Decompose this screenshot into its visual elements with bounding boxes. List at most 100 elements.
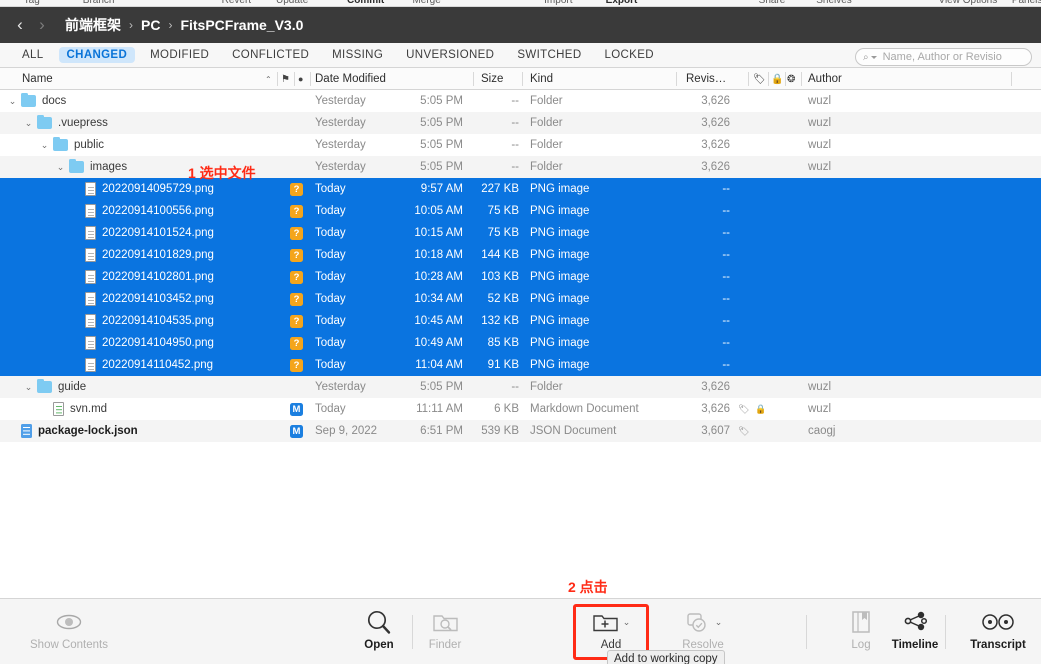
magnifier-icon (366, 608, 392, 636)
lock-icon[interactable]: 🔒 (771, 68, 783, 90)
file-name-cell[interactable]: .vuepress (37, 114, 108, 129)
file-name-cell[interactable]: 20220914095729.png (85, 182, 214, 196)
cell-kind: PNG image (530, 183, 590, 195)
cell-size: 75 KB (487, 205, 519, 217)
table-row[interactable]: 20220914104950.png? Today 10:49 AM 85 KB PNG… (0, 332, 1041, 354)
file-name-label: 20220914103452.png (102, 293, 214, 305)
file-name-cell[interactable]: images (69, 158, 127, 173)
lock-icon: 🔒 (755, 403, 767, 414)
cell-date: Today (315, 359, 346, 371)
toolbar-item-commit[interactable]: Commit (347, 0, 384, 6)
forward-button[interactable]: › (31, 12, 53, 38)
file-name-cell[interactable]: 20220914102801.png (85, 270, 214, 284)
sort-indicator-icon[interactable]: ⌃ (265, 68, 272, 90)
table-row[interactable]: svn.md M Today 11:11 AM 6 KB Markdown Documen… (0, 398, 1041, 420)
breadcrumb-separator: › (129, 18, 133, 32)
cell-author: wuzl (808, 95, 832, 107)
cell-size: 52 KB (487, 293, 519, 305)
toolbar-item-share[interactable]: Share (759, 0, 786, 6)
disclosure-triangle-icon[interactable]: ⌄ (38, 140, 51, 151)
table-row[interactable]: 20220914100556.png? Today 10:05 AM 75 KB PNG… (0, 200, 1041, 222)
toolbar-item-update[interactable]: Update (276, 0, 308, 6)
toolbar-item-revert[interactable]: Revert (222, 0, 251, 6)
file-list[interactable]: ⌄ docs Yesterday 5:05 PM -- Folder 3,626 wuzl ⌄.… (0, 90, 1041, 598)
column-header-name[interactable]: Name (22, 68, 53, 90)
table-row[interactable]: 20220914102801.png? Today 10:28 AM 103 KB PN… (0, 266, 1041, 288)
toolbar-item-merge[interactable]: Merge (412, 0, 440, 6)
table-row[interactable]: package-lock.json M Sep 9, 2022 6:51 PM 539 … (0, 420, 1041, 442)
tab-changed[interactable]: CHANGED (58, 47, 136, 63)
tag-icon[interactable]: 🏷 (753, 68, 766, 90)
tab-locked[interactable]: LOCKED (596, 47, 661, 63)
search-input[interactable]: ⌕ Name, Author or Revisio (855, 48, 1032, 66)
add-tooltip: Add to working copy (607, 650, 725, 664)
file-name-cell[interactable]: 20220914103452.png (85, 292, 214, 306)
table-row[interactable]: ⌄ .vuepress Yesterday 5:05 PM -- Folder 3,626 w… (0, 112, 1041, 134)
transcript-button[interactable]: Transcript (955, 608, 1041, 651)
cell-revision: 3,626 (701, 139, 730, 151)
breadcrumb-item-1[interactable]: PC (141, 17, 160, 33)
timeline-button[interactable]: Timeline (872, 608, 958, 651)
disclosure-triangle-icon[interactable]: ⌄ (22, 118, 35, 129)
cell-kind: Folder (530, 139, 563, 151)
file-name-cell[interactable]: 20220914104950.png (85, 336, 214, 350)
file-name-cell[interactable]: public (53, 136, 104, 151)
disclosure-triangle-icon[interactable]: ⌄ (22, 382, 35, 393)
png-file-icon (85, 336, 96, 350)
open-label: Open (364, 639, 394, 651)
table-row[interactable]: 20220914101829.png? Today 10:18 AM 144 KB PN… (0, 244, 1041, 266)
flag-icon[interactable]: ⚑ (281, 68, 290, 90)
column-header-kind[interactable]: Kind (530, 68, 553, 90)
dot-icon[interactable]: ● (298, 68, 303, 90)
toolbar-item-export[interactable]: Export (606, 0, 638, 6)
disclosure-triangle-icon[interactable]: ⌄ (6, 96, 19, 107)
breadcrumb-item-2[interactable]: FitsPCFrame_V3.0 (180, 17, 303, 33)
file-name-cell[interactable]: 20220914101829.png (85, 248, 214, 262)
file-name-cell[interactable]: svn.md (53, 402, 107, 416)
cell-date: Today (315, 403, 346, 415)
cell-kind: PNG image (530, 205, 590, 217)
column-header-author[interactable]: Author (808, 68, 842, 90)
layers-icon[interactable]: ❂ (787, 68, 795, 90)
table-row[interactable]: ⌄ images Yesterday 5:05 PM -- Folder 3,626 wuzl (0, 156, 1041, 178)
tab-modified[interactable]: MODIFIED (142, 47, 217, 63)
file-name-cell[interactable]: guide (37, 378, 86, 393)
disclosure-triangle-icon[interactable]: ⌄ (54, 162, 67, 173)
table-row[interactable]: 20220914101524.png? Today 10:15 AM 75 KB PNG… (0, 222, 1041, 244)
toolbar-item-branch[interactable]: Branch (83, 0, 115, 6)
column-header-date-modified[interactable]: Date Modified (315, 68, 386, 90)
table-row[interactable]: ⌄ docs Yesterday 5:05 PM -- Folder 3,626 wuzl (0, 90, 1041, 112)
tab-conflicted[interactable]: CONFLICTED (224, 47, 317, 63)
tab-all[interactable]: ALL (14, 47, 52, 63)
file-name-label: 20220914102801.png (102, 271, 214, 283)
chevron-down-icon[interactable]: ⌄ (715, 617, 723, 628)
file-name-cell[interactable]: docs (21, 92, 66, 107)
column-header-size[interactable]: Size (481, 68, 503, 90)
breadcrumb-item-0[interactable]: 前端框架 (65, 15, 121, 35)
back-button[interactable]: ‹ (9, 12, 31, 38)
column-header-revision[interactable]: Revis… (686, 68, 726, 90)
toolbar-item-shelves[interactable]: Shelves (816, 0, 852, 6)
cell-revision: 3,626 (701, 381, 730, 393)
file-name-cell[interactable]: 20220914101524.png (85, 226, 214, 240)
tab-switched[interactable]: SWITCHED (509, 47, 589, 63)
table-row[interactable]: 20220914110452.png? Today 11:04 AM 91 KB PNG… (0, 354, 1041, 376)
toolbar-item-import[interactable]: Import (544, 0, 572, 6)
search-placeholder: Name, Author or Revisio (882, 51, 1002, 63)
toolbar-item-tag[interactable]: Tag (24, 0, 40, 6)
toolbar-item-view-options[interactable]: View Options (938, 0, 997, 6)
table-row[interactable]: 20220914095729.png? Today 9:57 AM 227 KB PNG… (0, 178, 1041, 200)
toolbar-item-panels[interactable]: Panels (1012, 0, 1041, 6)
table-row[interactable]: ⌄ guide Yesterday 5:05 PM -- Folder 3,626 wuzl (0, 376, 1041, 398)
table-row[interactable]: 20220914104535.png? Today 10:45 AM 132 KB PN… (0, 310, 1041, 332)
file-name-cell[interactable]: 20220914100556.png (85, 204, 214, 218)
table-row[interactable]: 20220914103452.png? Today 10:34 AM 52 KB PNG… (0, 288, 1041, 310)
cell-size: 6 KB (494, 403, 519, 415)
file-name-cell[interactable]: package-lock.json (21, 424, 138, 438)
cell-date: Today (315, 293, 346, 305)
tab-unversioned[interactable]: UNVERSIONED (398, 47, 502, 63)
tab-missing[interactable]: MISSING (324, 47, 391, 63)
file-name-cell[interactable]: 20220914104535.png (85, 314, 214, 328)
file-name-cell[interactable]: 20220914110452.png (85, 358, 213, 372)
table-row[interactable]: ⌄ public Yesterday 5:05 PM -- Folder 3,626 wuzl (0, 134, 1041, 156)
